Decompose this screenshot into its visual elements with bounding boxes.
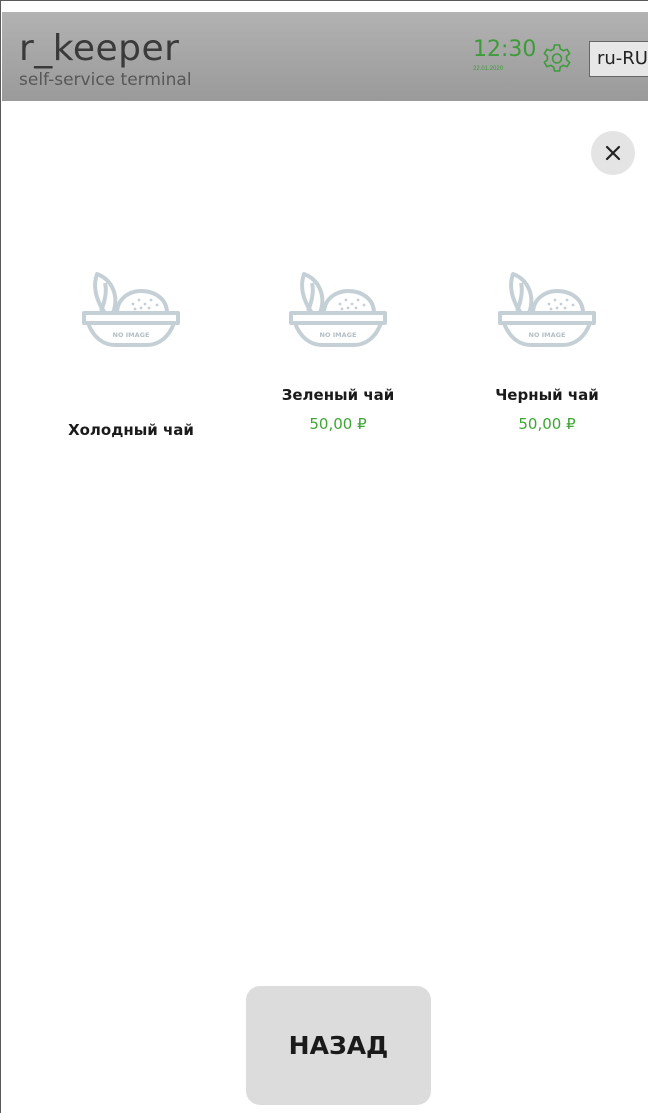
product-name: Зеленый чай [281,386,395,404]
close-icon [605,145,621,161]
app-frame: r_keeper self-service terminal 12:30 22.… [0,0,648,1113]
brand-logo: r_keeper [19,28,180,69]
header-bar: r_keeper self-service terminal 12:30 22.… [2,12,648,101]
svg-text:NO IMAGE: NO IMAGE [529,331,566,339]
product-card[interactable]: NO IMAGE Холодный чай [41,271,221,451]
no-image-placeholder-icon: NO IMAGE [82,272,180,347]
product-price: 50,00 ₽ [309,415,367,433]
no-image-placeholder-icon: NO IMAGE [289,272,387,347]
svg-text:NO IMAGE: NO IMAGE [320,331,357,339]
product-name: Холодный чай [68,421,194,439]
close-button[interactable] [591,131,635,175]
clock-time: 12:30 [473,37,537,62]
language-selector[interactable]: ru-RU [589,41,648,77]
product-name: Черный чай [495,386,599,404]
back-button[interactable]: НАЗАД [246,986,431,1105]
clock-date: 22.01.2020 [473,66,504,72]
product-card[interactable]: NO IMAGE Черный чай 50,00 ₽ [457,271,637,451]
brand-subtitle: self-service terminal [19,70,192,90]
gear-icon[interactable] [540,42,574,76]
no-image-placeholder-icon: NO IMAGE [498,272,596,347]
svg-text:NO IMAGE: NO IMAGE [113,331,150,339]
product-card[interactable]: NO IMAGE Зеленый чай 50,00 ₽ [248,271,428,451]
product-price: 50,00 ₽ [518,415,576,433]
